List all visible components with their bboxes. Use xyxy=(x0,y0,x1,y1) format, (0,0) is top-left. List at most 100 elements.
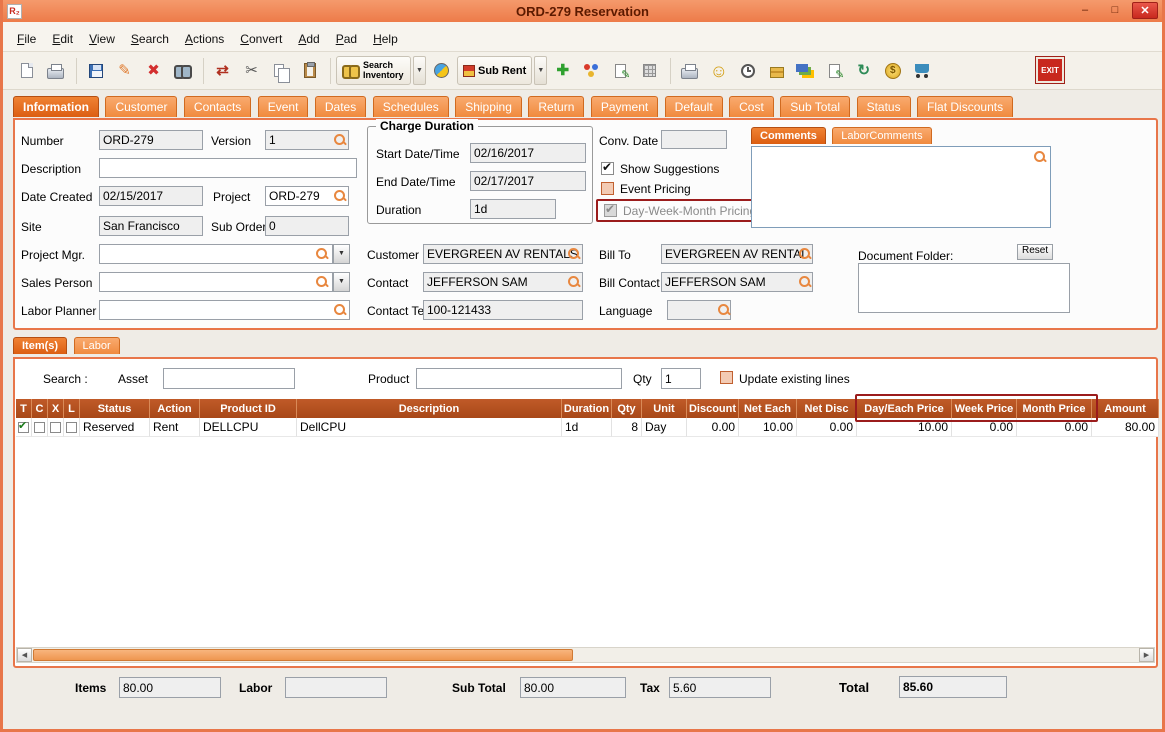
tax-field[interactable] xyxy=(669,677,771,698)
tab-comments[interactable]: Comments xyxy=(751,127,826,144)
col-l[interactable]: L xyxy=(64,399,80,418)
duration-field[interactable] xyxy=(470,199,556,219)
end-date-field[interactable] xyxy=(470,171,586,191)
tab-labor[interactable]: Labor xyxy=(74,337,120,354)
items-total-field[interactable] xyxy=(119,677,221,698)
project-search-magnifier-icon[interactable] xyxy=(333,189,347,203)
print-button[interactable] xyxy=(42,57,69,85)
menu-actions[interactable]: Actions xyxy=(177,29,232,49)
description-field[interactable] xyxy=(99,158,357,178)
menu-add[interactable]: Add xyxy=(290,29,327,49)
tab-default[interactable]: Default xyxy=(665,96,723,117)
comments-textarea[interactable] xyxy=(754,149,1030,225)
document-folder-box[interactable] xyxy=(858,263,1070,313)
col-month-price[interactable]: Month Price xyxy=(1017,399,1092,418)
sales-person-magnifier-icon[interactable] xyxy=(315,275,329,289)
qty-input[interactable] xyxy=(661,368,701,389)
time-button[interactable] xyxy=(734,57,761,85)
tab-cost[interactable]: Cost xyxy=(729,96,774,117)
maximize-button[interactable]: □ xyxy=(1102,2,1128,19)
write-note-button[interactable] xyxy=(821,57,848,85)
package-button[interactable] xyxy=(763,57,790,85)
col-net-disc[interactable]: Net Disc xyxy=(797,399,857,418)
customer-magnifier-icon[interactable] xyxy=(567,247,581,261)
sales-person-field[interactable] xyxy=(99,272,333,292)
asset-search-input[interactable] xyxy=(163,368,295,389)
sub-total-field[interactable] xyxy=(520,677,626,698)
labor-total-field[interactable] xyxy=(285,677,387,698)
print-labels-button[interactable] xyxy=(676,57,703,85)
col-day-each-price[interactable]: Day/Each Price xyxy=(857,399,952,418)
col-c[interactable]: C xyxy=(32,399,48,418)
start-date-field[interactable] xyxy=(470,143,586,163)
tab-sub-total[interactable]: Sub Total xyxy=(780,96,850,117)
project-mgr-magnifier-icon[interactable] xyxy=(315,247,329,261)
sub-orders-field[interactable] xyxy=(265,216,349,236)
col-x[interactable]: X xyxy=(48,399,64,418)
tab-schedules[interactable]: Schedules xyxy=(373,96,449,117)
col-product-id[interactable]: Product ID xyxy=(200,399,297,418)
menu-edit[interactable]: Edit xyxy=(44,29,81,49)
tab-customer[interactable]: Customer xyxy=(105,96,177,117)
bill-to-field[interactable] xyxy=(661,244,813,264)
version-search-magnifier-icon[interactable] xyxy=(333,133,347,147)
convert-button[interactable]: ⇄ xyxy=(209,57,236,85)
cart-button[interactable] xyxy=(908,57,935,85)
exit-button[interactable]: EXIT xyxy=(1036,57,1064,83)
money-button[interactable]: $ xyxy=(879,57,906,85)
tab-flat-discounts[interactable]: Flat Discounts xyxy=(917,96,1013,117)
project-mgr-field[interactable] xyxy=(99,244,333,264)
tab-payment[interactable]: Payment xyxy=(591,96,658,117)
contact-tel-field[interactable] xyxy=(423,300,583,320)
contact-magnifier-icon[interactable] xyxy=(567,275,581,289)
tab-return[interactable]: Return xyxy=(528,96,584,117)
search-inventory-dropdown[interactable]: ▼ xyxy=(413,56,426,85)
close-button[interactable]: ✕ xyxy=(1132,2,1158,19)
comments-magnifier-icon[interactable] xyxy=(1033,150,1047,164)
scroll-left-button[interactable]: ◀ xyxy=(17,648,32,662)
search-inventory-button[interactable]: Search Inventory xyxy=(336,56,411,85)
labor-planner-field[interactable] xyxy=(99,300,350,320)
customer-service-button[interactable]: ☺ xyxy=(705,57,732,85)
tab-contacts[interactable]: Contacts xyxy=(184,96,251,117)
bill-to-magnifier-icon[interactable] xyxy=(798,247,812,261)
col-amount[interactable]: Amount xyxy=(1092,399,1159,418)
edit-note-button[interactable] xyxy=(607,57,634,85)
minimize-button[interactable]: – xyxy=(1072,2,1098,19)
event-pricing-checkbox[interactable] xyxy=(601,182,614,195)
sales-person-dropdown[interactable]: ▼ xyxy=(333,272,350,292)
update-existing-lines-checkbox[interactable] xyxy=(720,371,733,384)
site-field[interactable] xyxy=(99,216,203,236)
show-suggestions-checkbox[interactable] xyxy=(601,162,614,175)
product-search-input[interactable] xyxy=(416,368,622,389)
col-week-price[interactable]: Week Price xyxy=(952,399,1017,418)
copy-button[interactable] xyxy=(267,57,294,85)
date-created-field[interactable] xyxy=(99,186,203,206)
sub-rent-dropdown[interactable]: ▼ xyxy=(534,56,547,85)
col-net-each[interactable]: Net Each xyxy=(739,399,797,418)
col-duration[interactable]: Duration xyxy=(562,399,612,418)
menu-help[interactable]: Help xyxy=(365,29,406,49)
col-unit[interactable]: Unit xyxy=(642,399,687,418)
grid-button[interactable] xyxy=(636,57,663,85)
reset-button[interactable]: Reset xyxy=(1017,244,1053,260)
conv-date-field[interactable] xyxy=(661,130,727,149)
new-button[interactable] xyxy=(13,57,40,85)
menu-convert[interactable]: Convert xyxy=(232,29,290,49)
labor-planner-magnifier-icon[interactable] xyxy=(333,303,347,317)
row-c-checkbox[interactable] xyxy=(34,422,45,433)
scroll-right-button[interactable]: ▶ xyxy=(1139,648,1154,662)
bill-contact-field[interactable] xyxy=(661,272,813,292)
scrollbar-thumb[interactable] xyxy=(33,649,573,661)
tab-items[interactable]: Item(s) xyxy=(13,337,67,354)
cut-button[interactable]: ✂ xyxy=(238,57,265,85)
menu-search[interactable]: Search xyxy=(123,29,177,49)
save-button[interactable] xyxy=(82,57,109,85)
add-item-button[interactable]: ✚ xyxy=(549,57,576,85)
reports-button[interactable] xyxy=(792,57,819,85)
sub-rent-button[interactable]: Sub Rent xyxy=(457,56,532,85)
edit-button[interactable]: ✎ xyxy=(111,57,138,85)
menu-pad[interactable]: Pad xyxy=(328,29,365,49)
horizontal-scrollbar[interactable]: ◀ ▶ xyxy=(16,647,1155,663)
refresh-button[interactable]: ↻ xyxy=(850,57,877,85)
